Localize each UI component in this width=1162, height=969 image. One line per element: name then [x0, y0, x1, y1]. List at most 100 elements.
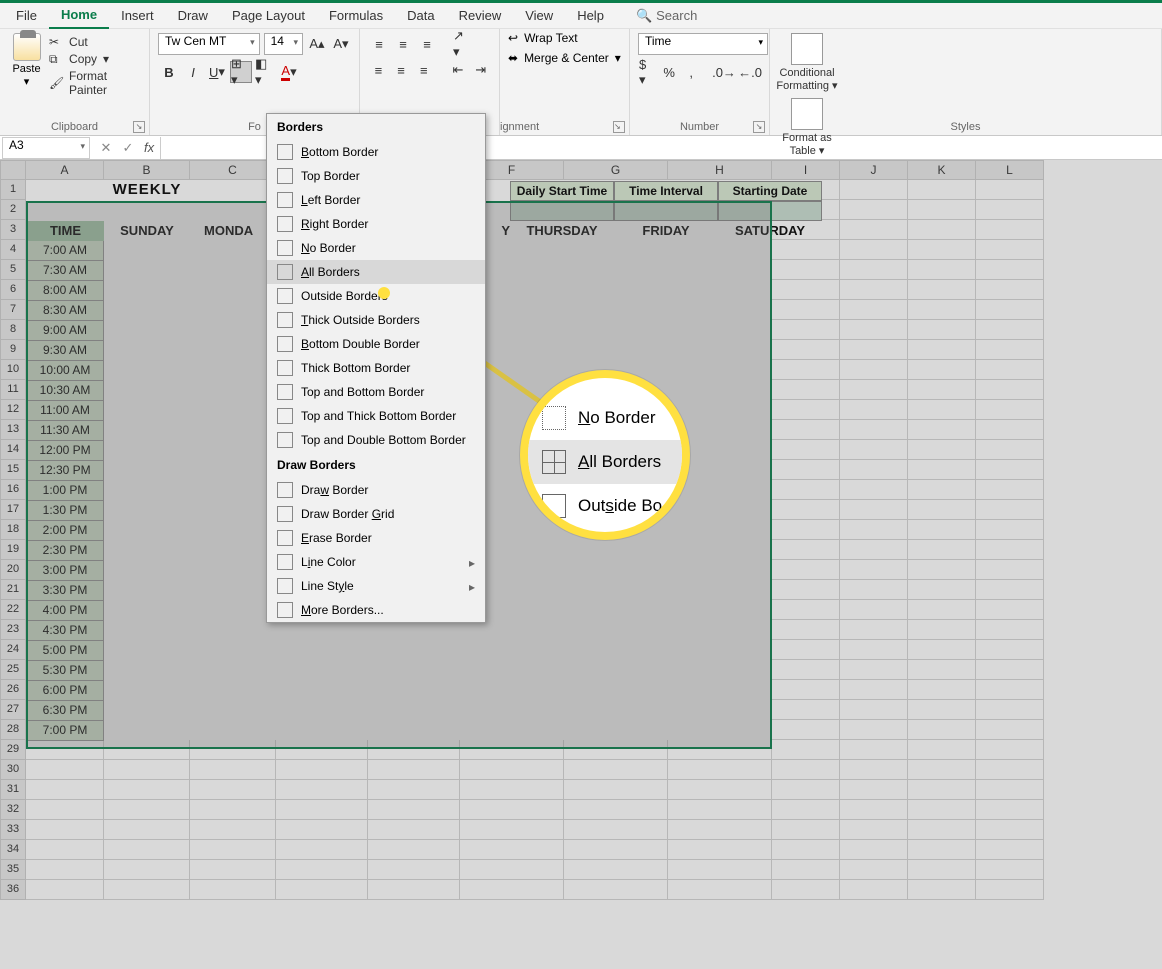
row-header-18[interactable]: 18: [0, 520, 26, 540]
time-cell[interactable]: 8:30 AM: [26, 301, 104, 321]
cell[interactable]: [772, 420, 840, 440]
row-header-28[interactable]: 28: [0, 720, 26, 740]
row-header-22[interactable]: 22: [0, 600, 26, 620]
name-box[interactable]: A3: [2, 137, 90, 159]
cell[interactable]: [908, 760, 976, 780]
time-cell[interactable]: 3:30 PM: [26, 581, 104, 601]
cell[interactable]: [668, 840, 772, 860]
row-header-32[interactable]: 32: [0, 800, 26, 820]
cell[interactable]: [368, 760, 460, 780]
menu-formulas[interactable]: Formulas: [317, 3, 395, 29]
cell[interactable]: [276, 740, 368, 760]
cell[interactable]: [976, 420, 1044, 440]
cell[interactable]: [976, 300, 1044, 320]
copy-button[interactable]: ⧉Copy ▾: [49, 52, 141, 66]
cell[interactable]: [772, 520, 840, 540]
cell[interactable]: [190, 740, 276, 760]
cell[interactable]: [104, 760, 190, 780]
time-cell[interactable]: 12:30 PM: [26, 461, 104, 481]
cell[interactable]: [908, 620, 976, 640]
cell[interactable]: [190, 800, 276, 820]
cell[interactable]: [908, 700, 976, 720]
select-all-corner[interactable]: [0, 160, 26, 180]
row-header-27[interactable]: 27: [0, 700, 26, 720]
borders-button[interactable]: ⊞ ▾: [230, 61, 252, 83]
cell[interactable]: [276, 860, 368, 880]
cell[interactable]: [840, 420, 908, 440]
cell[interactable]: [908, 340, 976, 360]
menu-data[interactable]: Data: [395, 3, 446, 29]
increase-indent-button[interactable]: ⇥: [470, 59, 491, 81]
tell-me-search[interactable]: 🔍Search: [636, 8, 697, 24]
cell[interactable]: [772, 280, 840, 300]
cell[interactable]: [26, 780, 104, 800]
cell[interactable]: [772, 320, 840, 340]
font-name-select[interactable]: Tw Cen MT: [158, 33, 260, 55]
row-header-9[interactable]: 9: [0, 340, 26, 360]
cell[interactable]: [104, 860, 190, 880]
cell[interactable]: [840, 200, 908, 220]
row-header-7[interactable]: 7: [0, 300, 26, 320]
cell[interactable]: [772, 300, 840, 320]
cell[interactable]: [908, 420, 976, 440]
time-cell[interactable]: 5:00 PM: [26, 641, 104, 661]
cell[interactable]: [26, 880, 104, 900]
cell[interactable]: [840, 740, 908, 760]
cell[interactable]: [668, 780, 772, 800]
row-header-35[interactable]: 35: [0, 860, 26, 880]
cell[interactable]: [104, 840, 190, 860]
format-painter-button[interactable]: 🖌Format Painter: [49, 69, 141, 97]
row-header-4[interactable]: 4: [0, 240, 26, 260]
col-header-j[interactable]: J: [840, 160, 908, 180]
align-top-button[interactable]: ≡: [368, 33, 390, 55]
menu-file[interactable]: File: [4, 3, 49, 29]
cell[interactable]: [840, 720, 908, 740]
cell[interactable]: [976, 400, 1044, 420]
col-header-b[interactable]: B: [104, 160, 190, 180]
border-option-bottom-border[interactable]: Bottom Border: [267, 140, 485, 164]
cell[interactable]: [460, 760, 564, 780]
cell[interactable]: [772, 820, 840, 840]
cell[interactable]: [976, 780, 1044, 800]
cell[interactable]: [772, 840, 840, 860]
cell[interactable]: [772, 880, 840, 900]
cell[interactable]: [368, 880, 460, 900]
cell[interactable]: [976, 800, 1044, 820]
conditional-formatting-button[interactable]: Conditional Formatting ▾: [776, 33, 838, 92]
currency-button[interactable]: $ ▾: [638, 61, 656, 83]
cell[interactable]: [772, 740, 840, 760]
cell[interactable]: [976, 600, 1044, 620]
cell[interactable]: [460, 780, 564, 800]
cell[interactable]: [772, 720, 840, 740]
dialog-launcher-number[interactable]: ↘: [753, 121, 765, 133]
cell[interactable]: [104, 740, 190, 760]
row-header-23[interactable]: 23: [0, 620, 26, 640]
cell-time-interval-value[interactable]: [614, 201, 718, 221]
cell[interactable]: [368, 860, 460, 880]
cell[interactable]: [976, 320, 1044, 340]
border-option-top-border[interactable]: Top Border: [267, 164, 485, 188]
row-header-36[interactable]: 36: [0, 880, 26, 900]
cell[interactable]: [976, 740, 1044, 760]
border-option-no-border[interactable]: No Border: [267, 236, 485, 260]
cell[interactable]: [368, 820, 460, 840]
row-header-10[interactable]: 10: [0, 360, 26, 380]
cell[interactable]: [276, 880, 368, 900]
cell[interactable]: [908, 320, 976, 340]
time-cell[interactable]: 5:30 PM: [26, 661, 104, 681]
percent-button[interactable]: %: [660, 61, 678, 83]
increase-decimal-button[interactable]: .0→: [713, 61, 735, 83]
row-header-5[interactable]: 5: [0, 260, 26, 280]
cell[interactable]: [564, 840, 668, 860]
cell[interactable]: [840, 340, 908, 360]
draw-option-draw-border[interactable]: Draw Border: [267, 478, 485, 502]
cell[interactable]: [840, 520, 908, 540]
cell[interactable]: [772, 700, 840, 720]
cell[interactable]: [840, 680, 908, 700]
cell[interactable]: [772, 500, 840, 520]
cell[interactable]: [772, 660, 840, 680]
increase-font-button[interactable]: A▴: [307, 33, 327, 55]
fill-color-button[interactable]: ◧ ▾: [254, 61, 276, 83]
cell[interactable]: [840, 460, 908, 480]
cell[interactable]: [26, 760, 104, 780]
